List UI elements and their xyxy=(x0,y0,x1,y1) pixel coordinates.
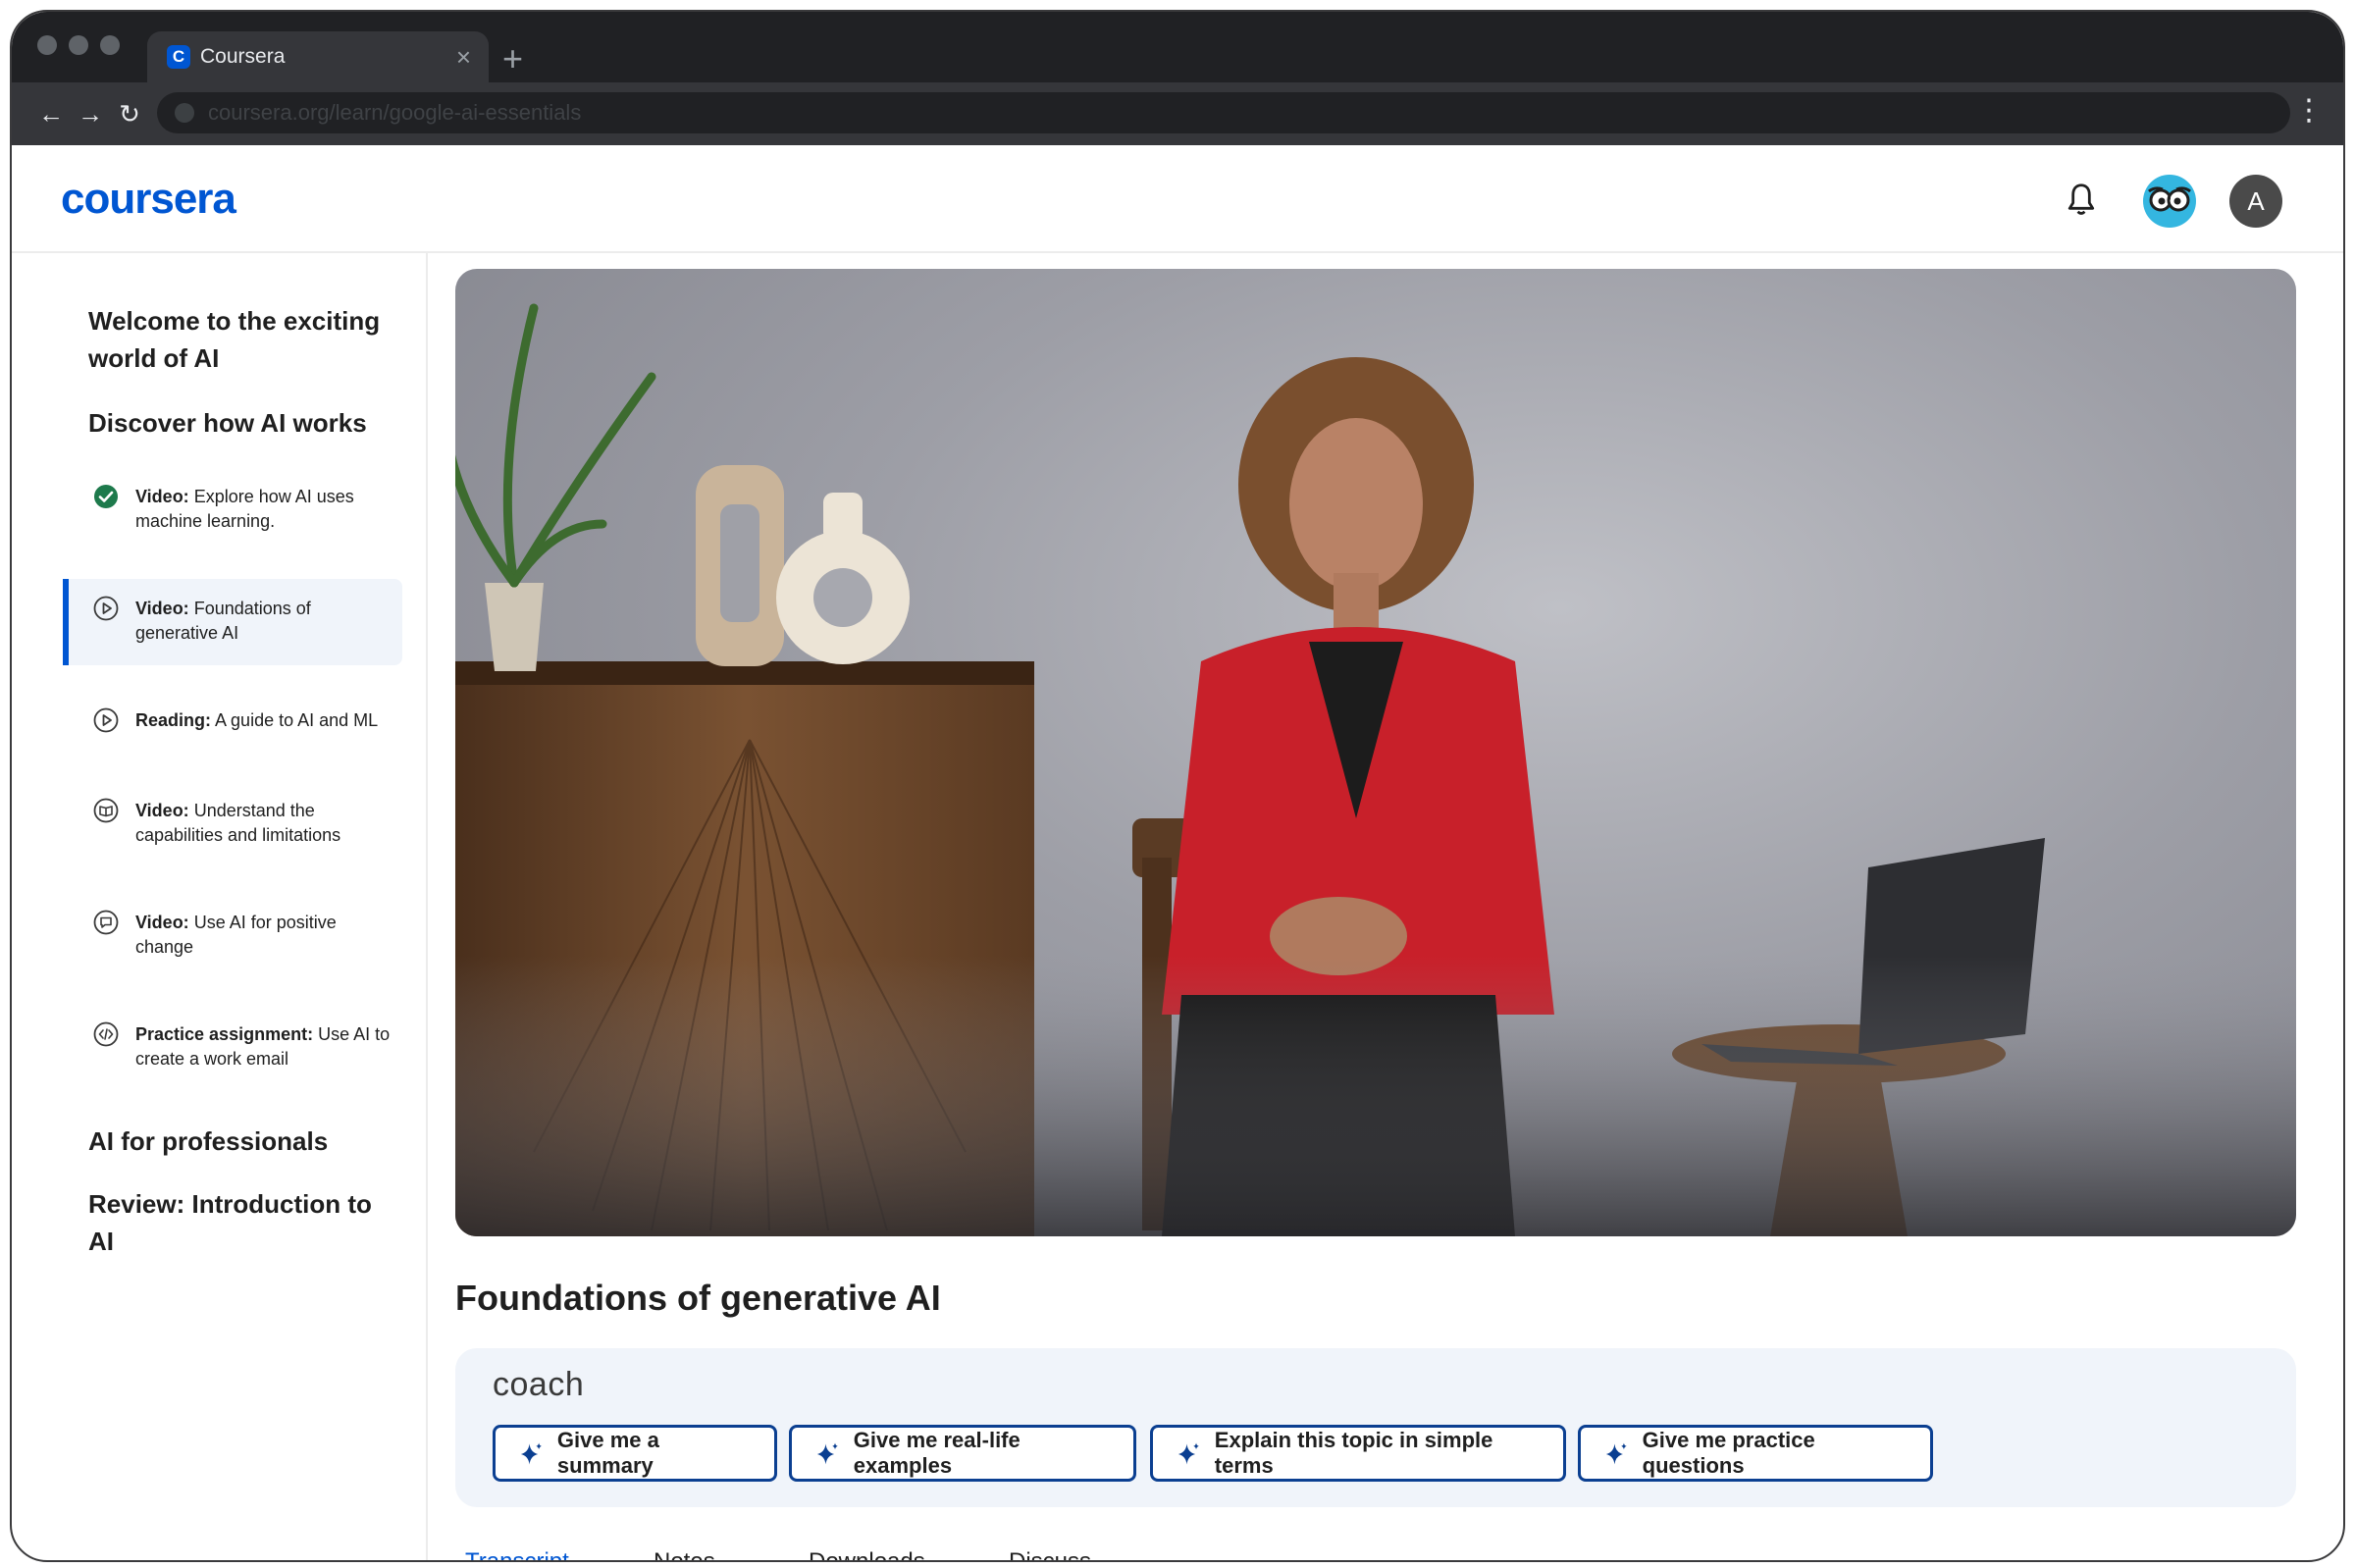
course-outline-sidebar: Welcome to the exciting world of AI Disc… xyxy=(12,253,428,1560)
back-arrow-icon[interactable]: ← xyxy=(31,99,71,130)
address-url: coursera.org/learn/google-ai-essentials xyxy=(208,100,582,125)
simple-terms-button-label: Explain this topic in simple terms xyxy=(1214,1428,1493,1478)
sidebar-section-professionals[interactable]: AI for professionals xyxy=(88,1123,383,1160)
page-title: Foundations of generative AI xyxy=(455,1278,941,1318)
tab-downloads[interactable]: Downloads xyxy=(809,1548,925,1560)
content-tabs: Transcript Notes Downloads Discuss xyxy=(465,1548,1348,1560)
browser-menu-icon[interactable]: ⋮ xyxy=(2294,96,2324,126)
minimize-window-button[interactable] xyxy=(69,35,88,55)
sparkle-icon xyxy=(816,1442,838,1465)
address-bar[interactable]: coursera.org/learn/google-ai-essentials xyxy=(157,92,2290,133)
lesson-label: Video: Foundations of generative AI xyxy=(135,599,311,643)
real-life-examples-button[interactable]: Give me real-life examples xyxy=(789,1425,1136,1482)
lesson-label: Video: Understand the capabilities and l… xyxy=(135,801,341,845)
sparkle-icon xyxy=(520,1442,542,1465)
tab-title: Coursera xyxy=(200,45,286,68)
browser-titlebar: C Coursera × + xyxy=(12,12,2343,82)
lesson-label: Reading: A guide to AI and ML xyxy=(135,710,379,730)
tab-notes[interactable]: Notes xyxy=(654,1548,715,1560)
sidebar-section-review[interactable]: Review: Introduction to AI xyxy=(88,1185,383,1260)
lesson-label: Video: Explore how AI uses machine learn… xyxy=(135,487,354,531)
lesson-label: Practice assignment: Use AI to create a … xyxy=(135,1024,391,1069)
browser-toolbar: ← → ↻ coursera.org/learn/google-ai-essen… xyxy=(12,82,2343,145)
coach-avatar-icon[interactable] xyxy=(2143,175,2196,228)
video-frame-image xyxy=(455,303,2296,1236)
sidebar-lesson-positive-change[interactable]: Video: Use AI for positive change xyxy=(63,893,402,979)
site-header: coursera A xyxy=(12,145,2343,253)
new-tab-button[interactable]: + xyxy=(502,41,523,77)
reload-icon[interactable]: ↻ xyxy=(110,99,149,130)
sidebar-lesson-capabilities[interactable]: Video: Understand the capabilities and l… xyxy=(63,781,402,867)
tab-close-icon[interactable]: × xyxy=(456,44,471,70)
lesson-label: Video: Use AI for positive change xyxy=(135,913,337,957)
sparkle-icon xyxy=(1605,1442,1627,1465)
maximize-window-button[interactable] xyxy=(100,35,120,55)
site-info-icon[interactable] xyxy=(175,103,194,123)
play-circle-icon xyxy=(93,596,119,621)
window-controls xyxy=(37,35,120,55)
practice-questions-button[interactable]: Give me practice questions xyxy=(1578,1425,1933,1482)
coursera-favicon-icon: C xyxy=(167,45,190,69)
chat-circle-icon xyxy=(93,910,119,935)
forward-arrow-icon[interactable]: → xyxy=(71,99,110,130)
tab-transcript[interactable]: Transcript xyxy=(465,1548,569,1560)
sidebar-lesson-practice-email[interactable]: Practice assignment: Use AI to create a … xyxy=(63,1005,402,1091)
sidebar-lesson-foundations[interactable]: Video: Foundations of generative AI xyxy=(63,579,402,665)
check-circle-icon xyxy=(94,485,118,508)
book-circle-icon xyxy=(93,798,119,823)
real-life-examples-button-label: Give me real-life examples xyxy=(853,1428,1020,1478)
sidebar-section-welcome[interactable]: Welcome to the exciting world of AI xyxy=(88,302,383,377)
video-player[interactable] xyxy=(455,269,2296,1236)
sparkle-icon xyxy=(1178,1442,1199,1465)
user-avatar[interactable]: A xyxy=(2229,175,2282,228)
practice-questions-button-label: Give me practice questions xyxy=(1642,1428,1815,1478)
browser-window: C Coursera × + ← → ↻ coursera.org/learn/… xyxy=(10,10,2345,1562)
sidebar-section-discover[interactable]: Discover how AI works xyxy=(88,404,383,442)
coach-label: coach xyxy=(493,1366,585,1403)
browser-tab[interactable]: C Coursera × xyxy=(147,31,489,82)
sidebar-lesson-explore-ml[interactable]: Video: Explore how AI uses machine learn… xyxy=(63,467,402,553)
coach-panel: coach Give me a summary Give me real-lif… xyxy=(455,1348,2296,1507)
close-window-button[interactable] xyxy=(37,35,57,55)
coursera-logo[interactable]: coursera xyxy=(61,175,236,224)
play-circle-icon xyxy=(93,707,119,733)
summary-button-label: Give me a summary xyxy=(556,1428,659,1478)
bell-icon[interactable] xyxy=(2065,183,2098,218)
code-circle-icon xyxy=(93,1021,119,1047)
sidebar-lesson-reading-guide[interactable]: Reading: A guide to AI and ML xyxy=(63,691,402,777)
simple-terms-button[interactable]: Explain this topic in simple terms xyxy=(1150,1425,1566,1482)
tab-discuss[interactable]: Discuss xyxy=(1009,1548,1091,1560)
summary-button[interactable]: Give me a summary xyxy=(493,1425,777,1482)
